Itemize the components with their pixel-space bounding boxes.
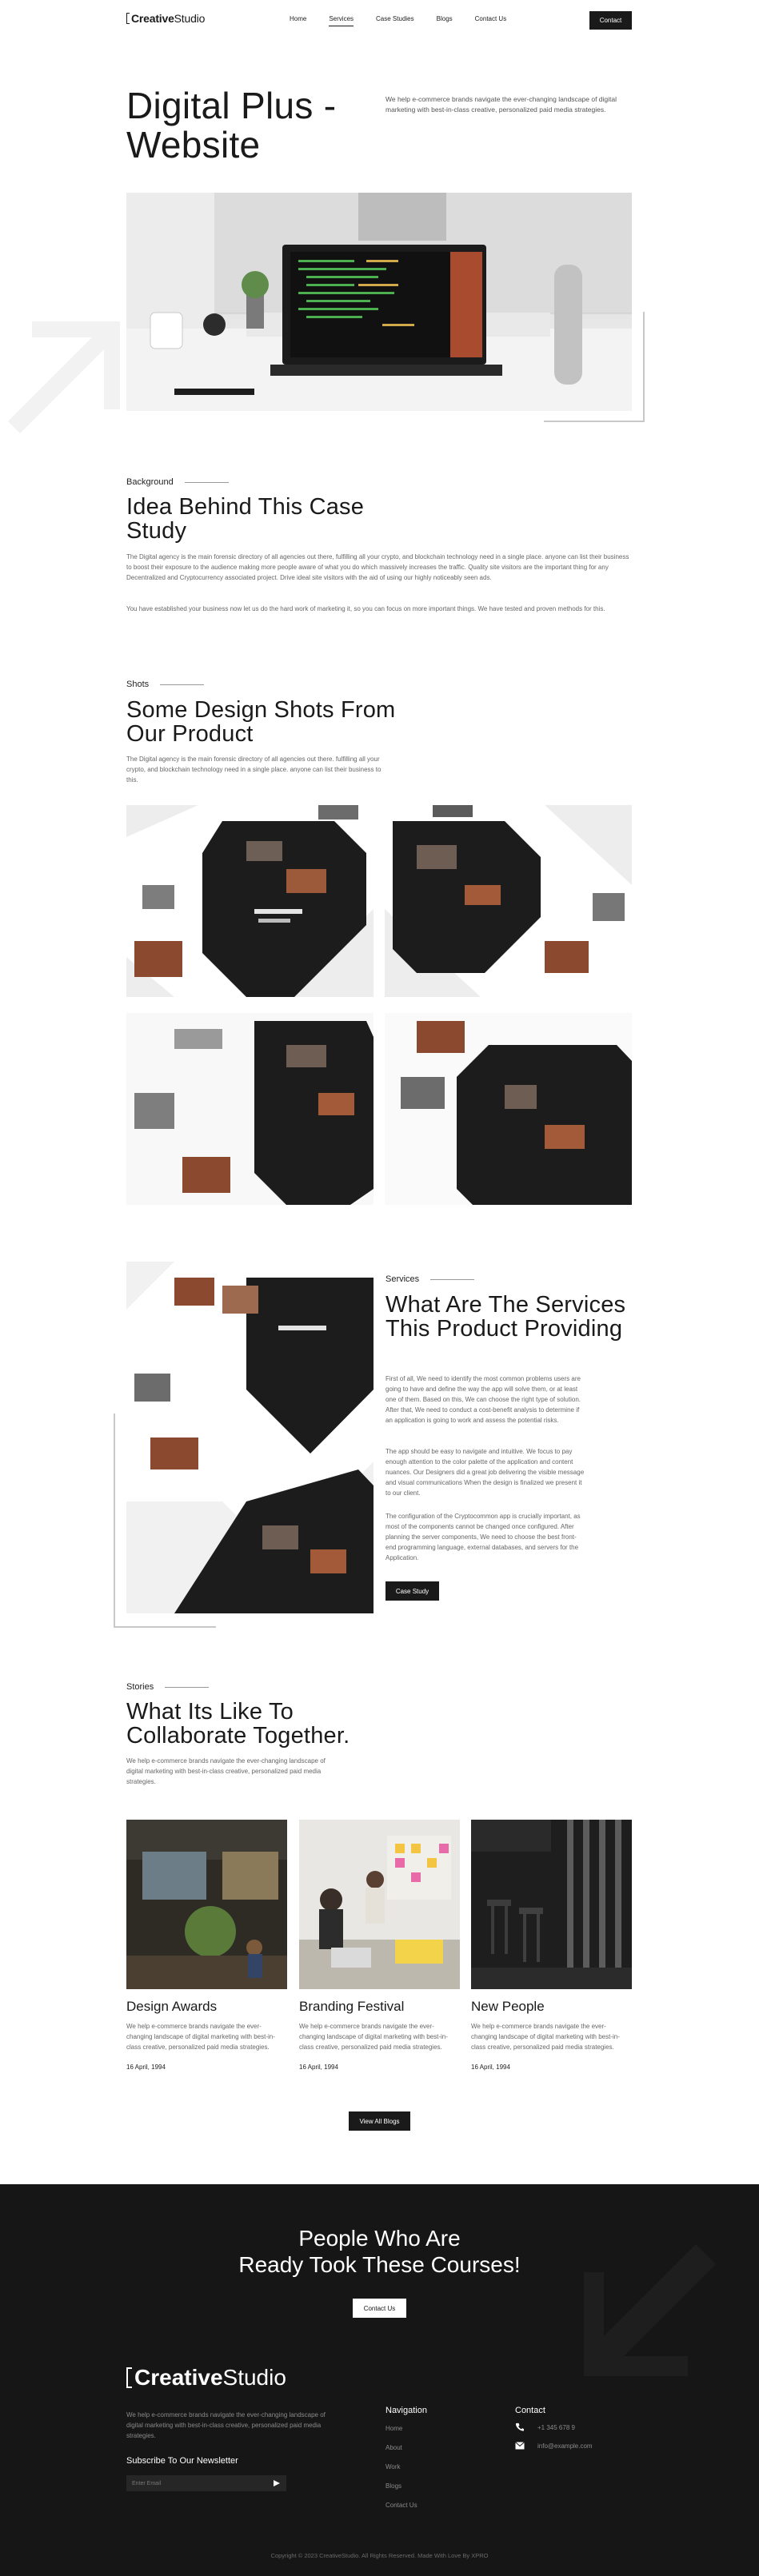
design-shot-image [385,1013,632,1205]
background-paragraph-2: You have established your business now l… [126,605,605,612]
site-footer: People Who Are Ready Took These Courses!… [0,2184,759,2576]
contact-us-button[interactable]: Contact Us [353,2299,406,2318]
newsletter-title: Subscribe To Our Newsletter [126,2456,238,2466]
send-icon[interactable] [274,2480,280,2486]
site-header: Creative Studio Home Services Case Studie… [0,0,759,40]
footer-link-work[interactable]: Work [385,2463,401,2470]
design-shot-image [385,805,632,997]
mail-icon [515,2442,525,2450]
nav-services[interactable]: Services [329,15,354,26]
logo-bracket-icon [126,13,130,24]
blog-card[interactable]: New People We help e-commerce brands nav… [471,1820,632,2071]
hero-image [126,193,632,411]
phone-icon [515,2422,524,2431]
background-eyebrow: Background [126,477,229,487]
divider [165,1686,210,1688]
blog-card-image [299,1820,460,1989]
view-all-blogs-button[interactable]: View All Blogs [349,2111,410,2131]
divider [430,1278,475,1280]
divider [184,481,229,483]
design-shot-image [126,1013,374,1205]
blog-card-title[interactable]: New People [471,1999,632,2015]
footer-nav-title: Navigation [385,2406,427,2415]
newsletter-email-input[interactable]: Enter Email [126,2475,286,2491]
blog-card-text: We help e-commerce brands navigate the e… [299,2023,448,2051]
logo[interactable]: Creative Studio [126,12,205,25]
footer-contact-title: Contact [515,2406,545,2415]
nav-case-studies[interactable]: Case Studies [376,15,414,26]
blog-card-text: We help e-commerce brands navigate the e… [471,2023,620,2051]
nav-contact-us[interactable]: Contact Us [475,15,507,26]
divider [160,684,205,685]
footer-link-blogs[interactable]: Blogs [385,2482,401,2490]
footer-logo[interactable]: Creative Studio [126,2365,286,2391]
blog-card-date: 16 April, 1994 [126,2064,166,2071]
stories-description: We help e-commerce brands navigate the e… [126,1757,326,1785]
services-eyebrow: Services [385,1274,475,1284]
services-title: What Are The Services This Product Provi… [385,1292,626,1342]
blog-card-image [126,1820,287,1989]
stories-title: What Its Like To Collaborate Together. [126,1699,350,1749]
copyright: Copyright © 2023 CreativeStudio. All Rig… [270,2552,489,2559]
page-title: Digital Plus - Website [126,85,337,165]
blog-card[interactable]: Branding Festival We help e-commerce bra… [299,1820,460,2071]
blog-card-text: We help e-commerce brands navigate the e… [126,2023,275,2051]
blog-card-title[interactable]: Design Awards [126,1999,287,2015]
stories-eyebrow: Stories [126,1682,210,1692]
services-image [126,1262,374,1613]
main-nav: Home Services Case Studies Blogs Contact… [290,15,529,26]
services-paragraph-1: First of all, We need to identify the mo… [385,1375,581,1424]
services-paragraph-3: The configuration of the Cryptocommon ap… [385,1513,581,1561]
footer-link-home[interactable]: Home [385,2425,402,2432]
background-title: Idea Behind This Case Study [126,494,365,544]
cta-title: People Who Are Ready Took These Courses! [238,2226,521,2277]
blog-card[interactable]: Design Awards We help e-commerce brands … [126,1820,287,2071]
shots-eyebrow: Shots [126,680,205,689]
blog-card-date: 16 April, 1994 [471,2064,510,2071]
shots-description: The Digital agency is the main forensic … [126,756,381,784]
blog-card-image [471,1820,632,1989]
case-study-button[interactable]: Case Study [385,1581,439,1601]
footer-link-about[interactable]: About [385,2444,402,2451]
footer-description: We help e-commerce brands navigate the e… [126,2411,326,2439]
hero-description: We help e-commerce brands navigate the e… [385,95,617,114]
contact-phone[interactable]: +1 345 678 9 [537,2424,575,2431]
blog-card-title[interactable]: Branding Festival [299,1999,460,2015]
background-paragraph-1: The Digital agency is the main forensic … [126,553,629,581]
footer-link-contact-us[interactable]: Contact Us [385,2502,417,2509]
shots-title: Some Design Shots From Our Product [126,697,396,747]
nav-blogs[interactable]: Blogs [437,15,453,26]
nav-home[interactable]: Home [290,15,306,26]
arrow-decoration-icon [8,321,120,433]
contact-button[interactable]: Contact [589,11,632,30]
contact-email[interactable]: info@example.com [537,2442,593,2450]
services-paragraph-2: The app should be easy to navigate and i… [385,1448,585,1497]
design-shot-image [126,805,374,997]
blog-card-date: 16 April, 1994 [299,2064,338,2071]
logo-bracket-icon [126,2367,132,2388]
